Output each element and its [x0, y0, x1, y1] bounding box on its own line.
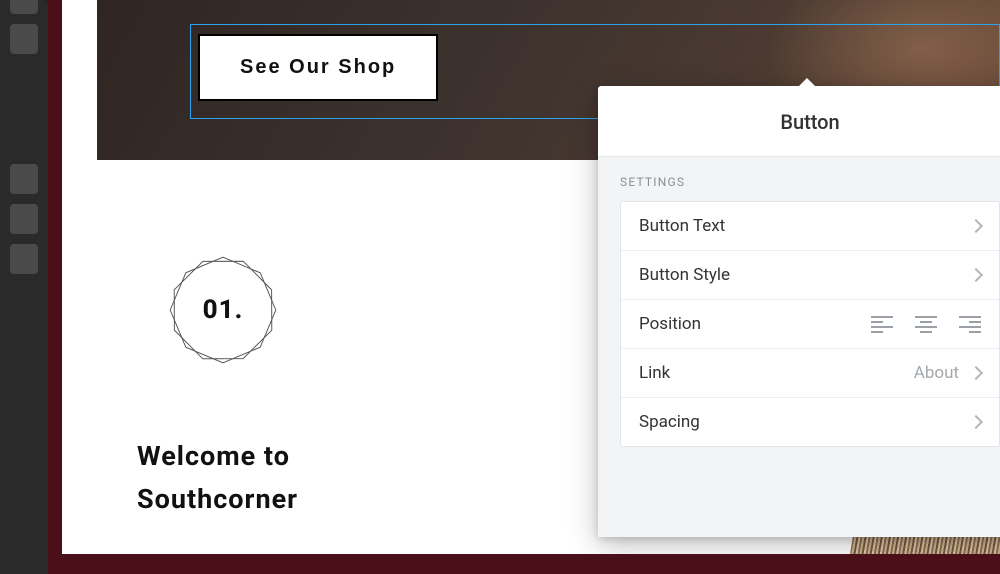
link-value: About — [914, 363, 959, 383]
align-left-icon[interactable] — [871, 315, 893, 333]
row-spacing[interactable]: Spacing — [621, 398, 999, 446]
badge-number: 01. — [163, 250, 283, 370]
welcome-heading: Welcome to Southcorner — [137, 435, 298, 521]
welcome-line1: Welcome to — [137, 435, 298, 478]
rail-item[interactable] — [10, 164, 38, 194]
alignment-group — [871, 315, 981, 333]
popover-title: Button — [598, 86, 1000, 156]
popover-body: SETTINGS Button Text Button Style Positi… — [598, 156, 1000, 537]
app-left-rail — [0, 0, 48, 574]
chevron-right-icon — [969, 415, 983, 429]
settings-list: Button Text Button Style Position — [620, 201, 1000, 447]
rail-item[interactable] — [10, 24, 38, 54]
align-center-icon[interactable] — [915, 315, 937, 333]
button-settings-popover: Button SETTINGS Button Text Button Style… — [598, 86, 1000, 537]
rail-item[interactable] — [10, 244, 38, 274]
rail-item[interactable] — [10, 204, 38, 234]
chevron-right-icon — [969, 219, 983, 233]
row-link[interactable]: Link About — [621, 349, 999, 398]
chevron-right-icon — [969, 366, 983, 380]
row-position: Position — [621, 300, 999, 349]
see-our-shop-button[interactable]: See Our Shop — [198, 34, 438, 101]
rail-item[interactable] — [10, 0, 38, 14]
chevron-right-icon — [969, 268, 983, 282]
settings-section-label: SETTINGS — [620, 175, 1000, 189]
row-label: Position — [639, 314, 701, 334]
row-button-style[interactable]: Button Style — [621, 251, 999, 300]
row-label: Spacing — [639, 412, 700, 432]
row-label: Link — [639, 363, 670, 383]
row-label: Button Text — [639, 216, 725, 236]
row-button-text[interactable]: Button Text — [621, 202, 999, 251]
section-number-badge: 01. — [163, 250, 283, 370]
editor-canvas: See Our Shop 01. Welcome to Southcorner … — [62, 0, 1000, 554]
align-right-icon[interactable] — [959, 315, 981, 333]
welcome-line2: Southcorner — [137, 478, 298, 521]
row-label: Button Style — [639, 265, 730, 285]
